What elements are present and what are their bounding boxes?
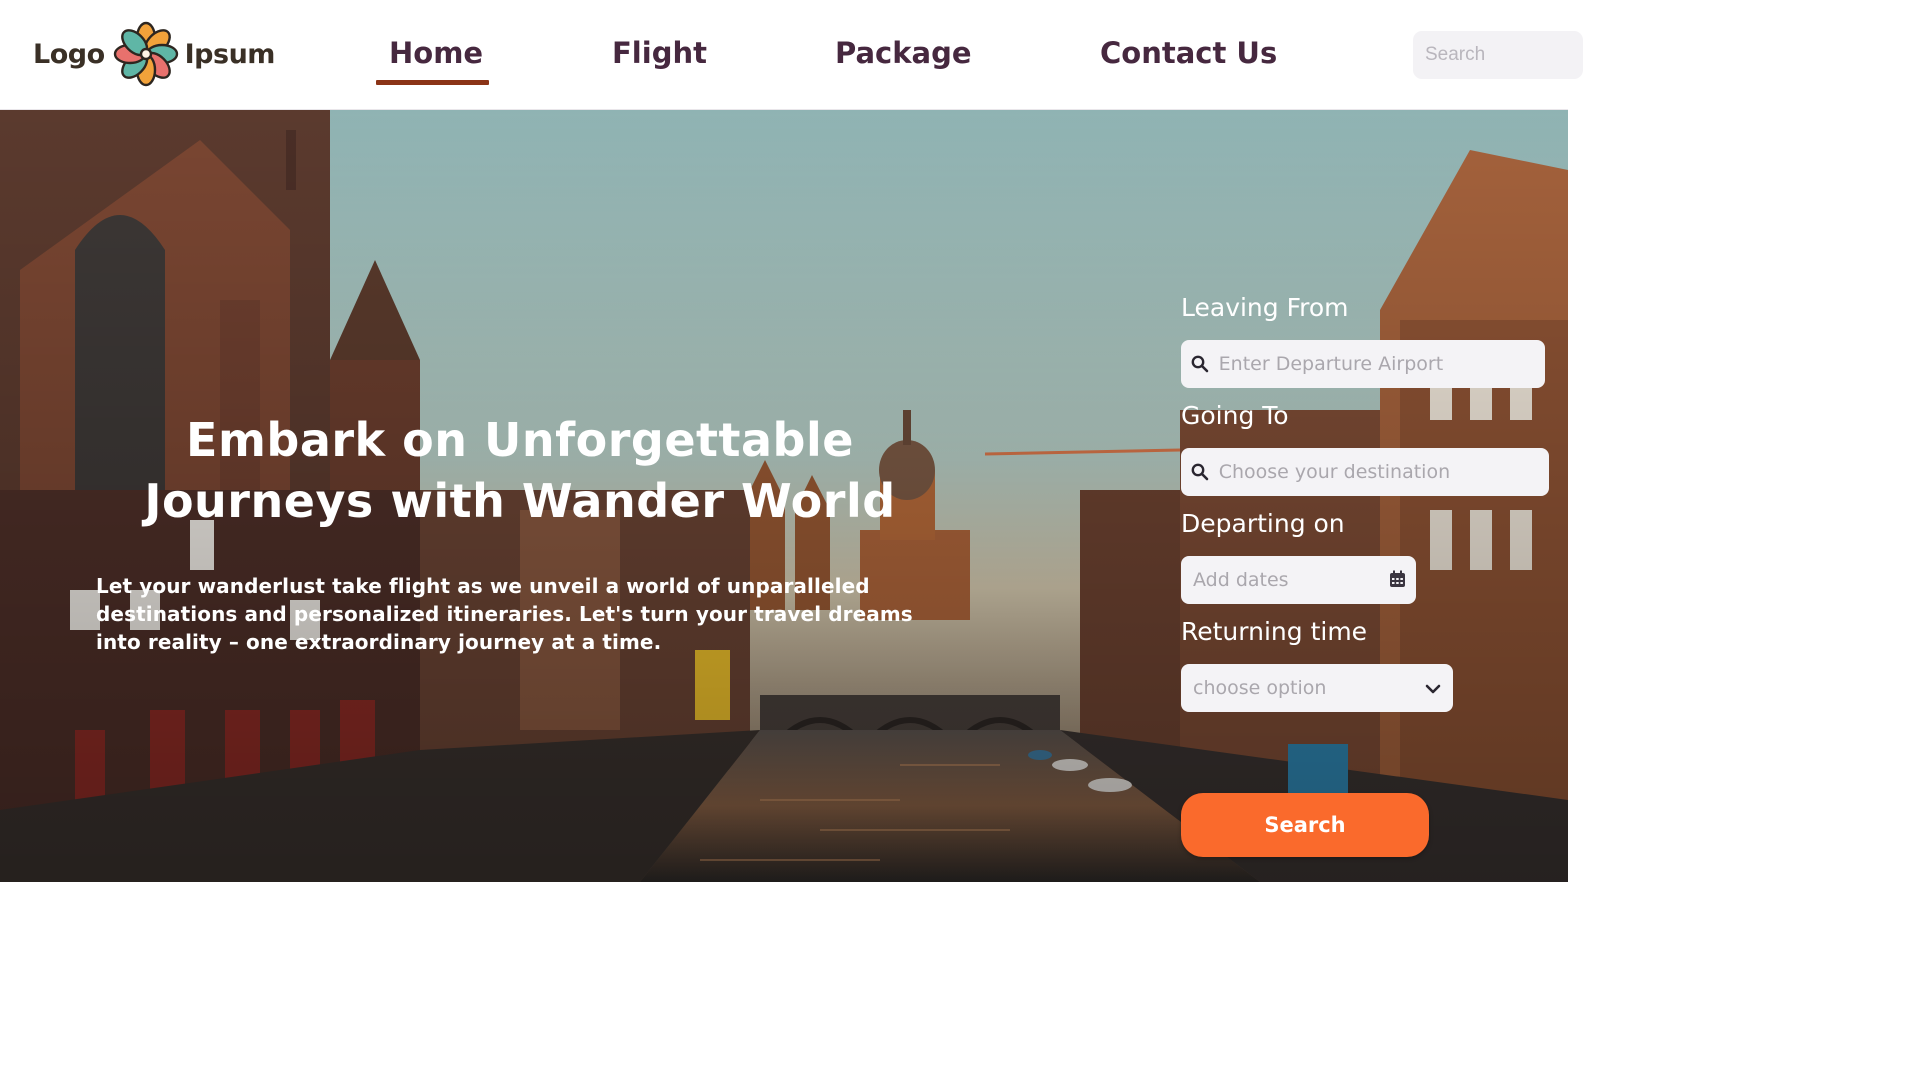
- hero-subtitle: Let your wanderlust take flight as we un…: [96, 574, 913, 654]
- search-icon: [1181, 355, 1219, 373]
- returning-time-select[interactable]: choose option: [1181, 664, 1453, 712]
- departing-date-input[interactable]: [1181, 569, 1416, 591]
- logo-word-right: Ipsum: [184, 38, 276, 70]
- leaving-from-label: Leaving From: [1181, 293, 1349, 322]
- returning-time-label: Returning time: [1181, 617, 1368, 646]
- returning-time-selected-value: choose option: [1193, 677, 1327, 699]
- destination-input[interactable]: [1218, 461, 1549, 483]
- calendar-icon[interactable]: [1389, 570, 1406, 592]
- nav-flight[interactable]: Flight: [612, 36, 707, 70]
- search-icon: [1181, 463, 1219, 481]
- nav-contact-us[interactable]: Contact Us: [1100, 36, 1277, 70]
- site-header: Logo Ipsum Home Flight Package Contact U…: [0, 0, 1583, 110]
- departing-date-field[interactable]: [1181, 556, 1416, 604]
- hero-section: Embark on Unforgettable Journeys with Wa…: [0, 110, 1568, 882]
- departure-airport-input[interactable]: [1218, 353, 1545, 375]
- header-search-input[interactable]: [1413, 31, 1583, 79]
- going-to-label: Going To: [1181, 401, 1289, 430]
- logo-word-left: Logo: [33, 38, 105, 70]
- departure-airport-field[interactable]: [1181, 340, 1545, 388]
- brand-logo[interactable]: Logo Ipsum: [33, 21, 276, 87]
- nav-home[interactable]: Home: [389, 36, 483, 70]
- flower-logo-icon: [113, 21, 178, 87]
- departing-on-label: Departing on: [1181, 509, 1345, 538]
- search-submit-button[interactable]: Search: [1181, 793, 1429, 857]
- active-nav-indicator: [376, 80, 489, 85]
- nav-package[interactable]: Package: [835, 36, 972, 70]
- chevron-down-icon: [1425, 679, 1441, 698]
- destination-field[interactable]: [1181, 448, 1549, 496]
- hero-title: Embark on Unforgettable Journeys with Wa…: [144, 413, 896, 528]
